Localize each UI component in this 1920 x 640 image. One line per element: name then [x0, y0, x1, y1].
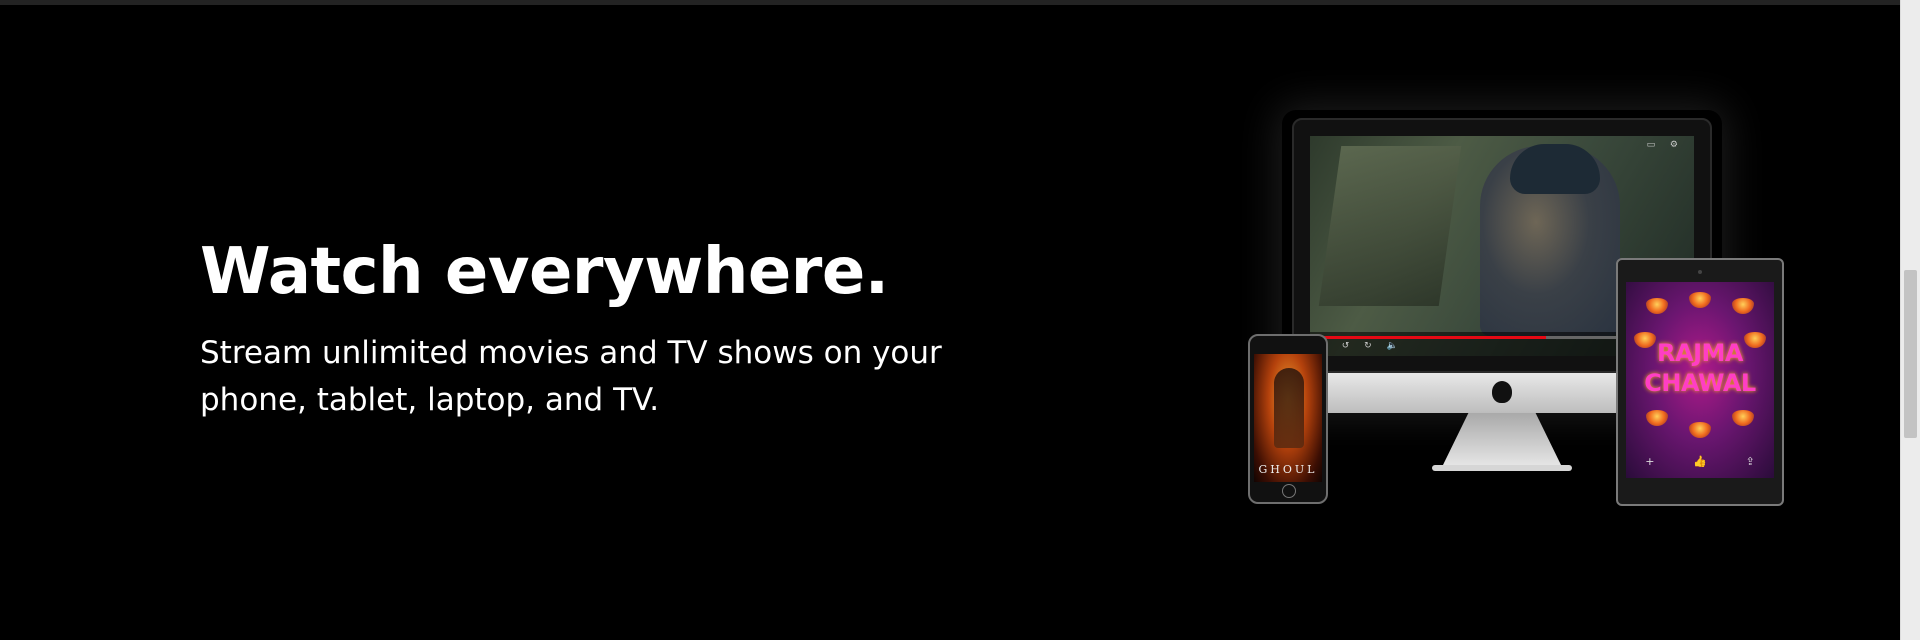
tablet-camera: [1698, 270, 1702, 274]
page: Watch everywhere. Stream unlimited movie…: [0, 0, 1920, 640]
scene-turban: [1510, 144, 1600, 194]
apple-logo-icon: [1492, 381, 1512, 403]
tablet-screen-poster: RAJMA CHAWAL + 👍 ⇪: [1626, 282, 1774, 478]
section-divider: [0, 0, 1900, 5]
phone-poster-title: GHOUL: [1258, 463, 1318, 476]
devices-illustration: ▭ ⚙ ▶ ↺ ↻ 🔈 GHOUL RAJMA CHAWAL + 👍 ⇪: [1240, 110, 1790, 510]
progress-fill: [1320, 336, 1546, 339]
player-top-icons: ▭ ⚙: [1646, 140, 1684, 150]
watch-everywhere-section: Watch everywhere. Stream unlimited movie…: [200, 232, 1000, 424]
phone-device: GHOUL: [1248, 334, 1328, 504]
imac-base: [1432, 465, 1572, 471]
diya-decoration: [1646, 410, 1668, 426]
imac-stand: [1442, 413, 1562, 467]
player-control-icons: ▶ ↺ ↻ 🔈: [1320, 341, 1404, 351]
add-icon: +: [1645, 455, 1655, 468]
diya-decoration: [1689, 422, 1711, 438]
scrollbar-thumb[interactable]: [1904, 270, 1917, 438]
diya-decoration: [1732, 410, 1754, 426]
section-subhead: Stream unlimited movies and TV shows on …: [200, 335, 942, 418]
thumbs-up-icon: 👍: [1693, 455, 1707, 468]
tablet-poster-title: RAJMA CHAWAL: [1644, 339, 1756, 397]
tablet-controls: + 👍 ⇪: [1626, 455, 1774, 468]
diya-decoration: [1689, 292, 1711, 308]
diya-decoration: [1732, 298, 1754, 314]
scene-window: [1318, 146, 1462, 306]
diya-decoration: [1646, 298, 1668, 314]
phone-home-button: [1282, 484, 1296, 498]
tablet-device: RAJMA CHAWAL + 👍 ⇪: [1616, 258, 1784, 506]
section-headline: Watch everywhere.: [200, 235, 889, 309]
share-icon: ⇪: [1745, 455, 1755, 468]
poster-figure: [1274, 368, 1304, 448]
phone-screen-poster: GHOUL: [1254, 354, 1322, 482]
page-scrollbar[interactable]: [1900, 0, 1920, 640]
